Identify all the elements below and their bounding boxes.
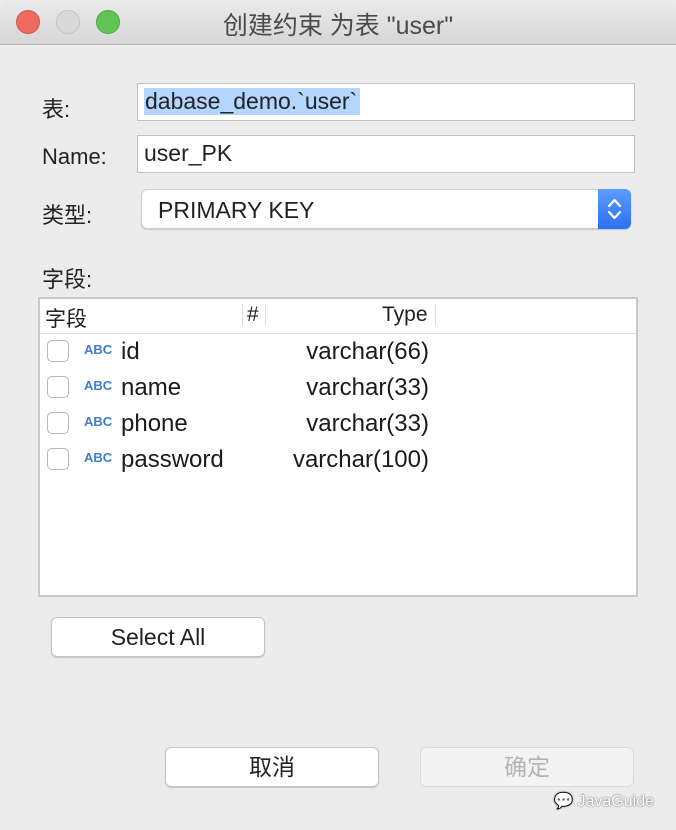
field-type: varchar(100) (292, 446, 429, 473)
table-header: 字段 # Type (40, 299, 636, 334)
name-field[interactable]: user_PK (137, 135, 635, 173)
column-separator[interactable] (242, 304, 243, 326)
field-type: varchar(66) (306, 338, 429, 365)
table-row[interactable]: ABC id varchar(66) (40, 336, 636, 372)
field-type: varchar(33) (306, 410, 429, 437)
field-name: phone (121, 410, 188, 437)
column-separator[interactable] (435, 304, 436, 326)
wechat-icon: 💬 (553, 793, 574, 810)
text-type-icon: ABC (84, 450, 113, 465)
name-label: Name: (42, 144, 107, 169)
type-select-value: PRIMARY KEY (158, 197, 315, 223)
window-title: 创建约束 为表 "user" (222, 12, 454, 40)
type-select[interactable]: PRIMARY KEY (141, 189, 631, 229)
text-type-icon: ABC (84, 414, 113, 429)
table-row[interactable]: ABC password varchar(100) (40, 444, 636, 480)
column-header-type[interactable]: Type (382, 303, 428, 327)
table-field-value: dabase_demo.`user` (144, 88, 361, 115)
table-row[interactable]: ABC name varchar(33) (40, 372, 636, 408)
column-header-field[interactable]: 字段 (45, 303, 87, 333)
ok-button[interactable]: 确定 (420, 747, 634, 787)
fields-label: 字段: (42, 267, 93, 292)
text-type-icon: ABC (84, 378, 113, 393)
fields-table: 字段 # Type ABC id varchar(66) ABC name va… (38, 297, 638, 597)
watermark-text: JavaGuide (577, 793, 655, 810)
field-name: id (121, 338, 140, 365)
cancel-button[interactable]: 取消 (165, 747, 379, 787)
name-field-value: user_PK (144, 140, 233, 166)
field-checkbox[interactable] (47, 448, 69, 470)
column-separator[interactable] (265, 304, 266, 326)
select-all-button[interactable]: Select All (51, 617, 265, 657)
field-checkbox[interactable] (47, 412, 69, 434)
table-label: 表: (42, 97, 71, 122)
field-name: name (121, 374, 182, 401)
table-row[interactable]: ABC phone varchar(33) (40, 408, 636, 444)
field-type: varchar(33) (306, 374, 429, 401)
table-field[interactable]: dabase_demo.`user` (137, 83, 635, 121)
select-stepper[interactable] (598, 189, 631, 229)
chevron-up-down-icon (607, 198, 622, 220)
field-name: password (121, 446, 224, 473)
text-type-icon: ABC (84, 342, 113, 357)
field-checkbox[interactable] (47, 340, 69, 362)
watermark: 💬 JavaGuide (554, 791, 654, 811)
field-checkbox[interactable] (47, 376, 69, 398)
column-header-index[interactable]: # (247, 303, 259, 327)
type-label: 类型: (42, 203, 93, 228)
title-bar: 创建约束 为表 "user" (0, 0, 676, 45)
